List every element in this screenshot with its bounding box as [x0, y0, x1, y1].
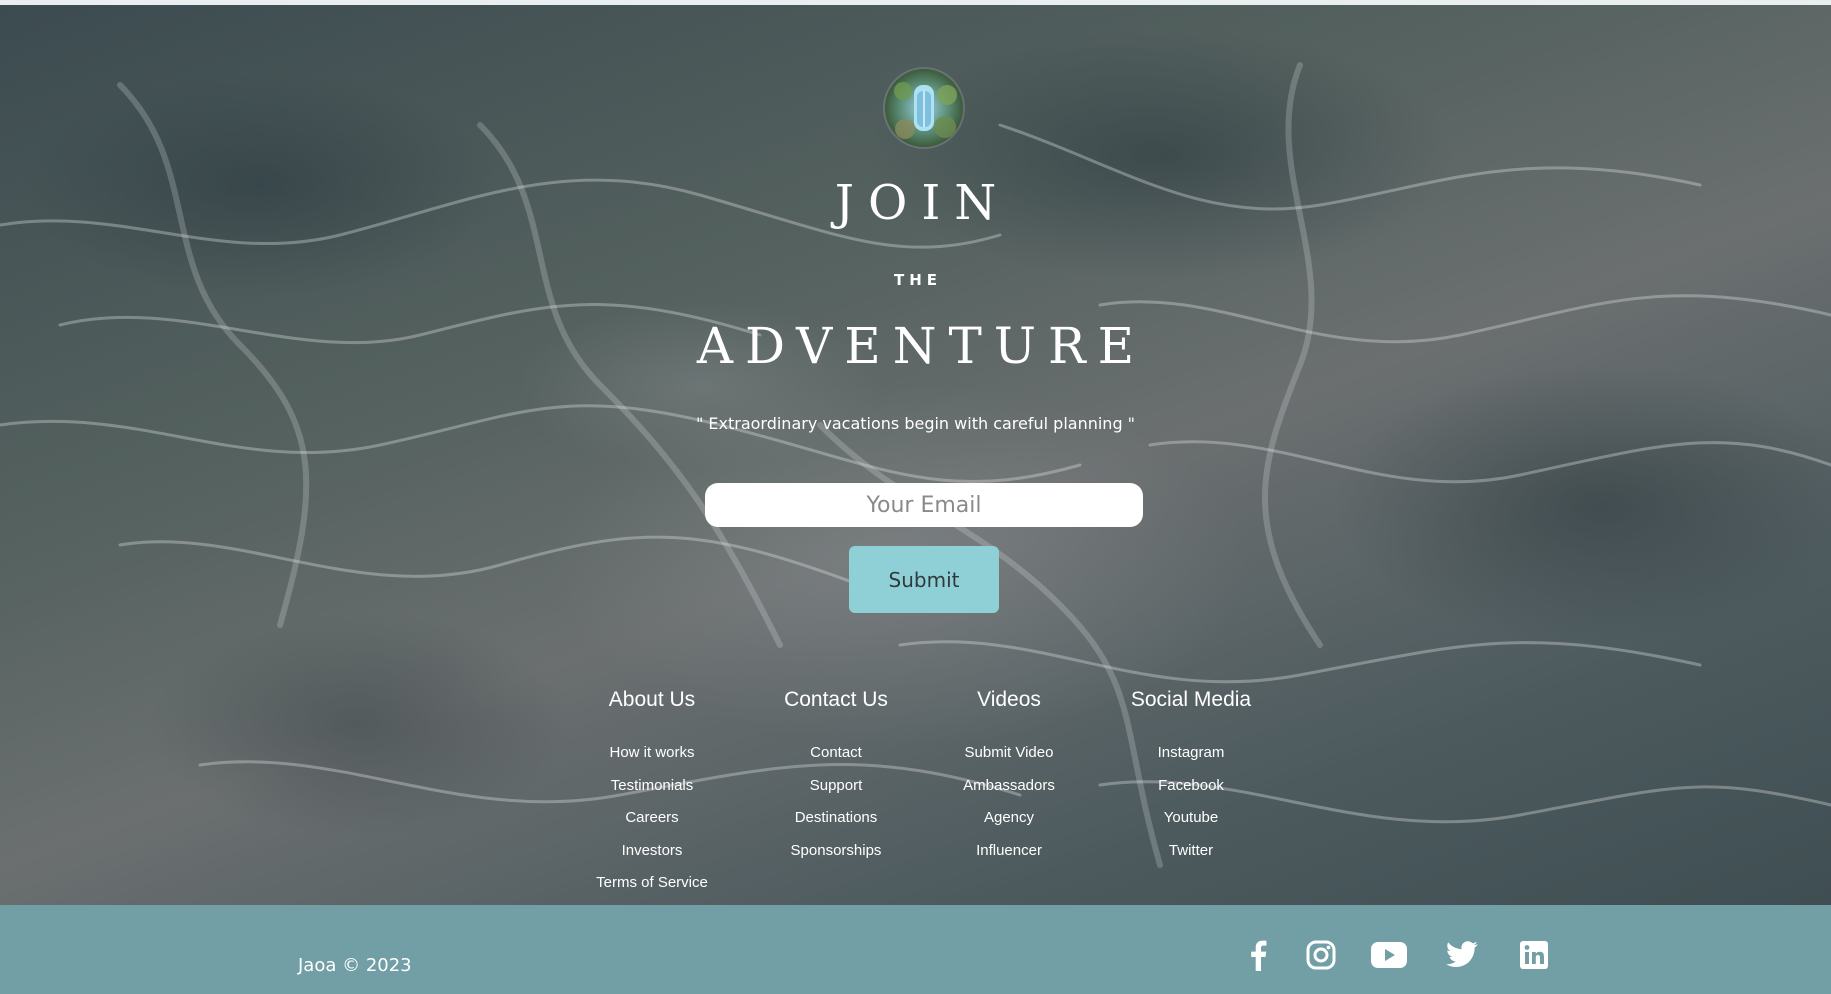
hero-section: JOIN THE ADVENTURE " Extraordinary vacat…	[0, 5, 1831, 905]
instagram-icon[interactable]	[1303, 937, 1339, 973]
footer-column-title: About Us	[608, 688, 696, 711]
linkedin-icon[interactable]	[1516, 937, 1552, 973]
footer-link-terms-of-service[interactable]: Terms of Service	[552, 867, 752, 900]
footer-link-contact[interactable]: Contact	[736, 737, 936, 770]
footer-column-title: Social Media	[1130, 688, 1252, 711]
footer-column-videos: Videos Submit Video Ambassadors Agency I…	[909, 685, 1109, 867]
email-input[interactable]	[705, 483, 1143, 527]
footer-link-support[interactable]: Support	[736, 770, 936, 803]
footer-link-careers[interactable]: Careers	[552, 802, 752, 835]
tagline: " Extraordinary vacations begin with car…	[695, 414, 1136, 433]
footer-link-youtube[interactable]: Youtube	[1091, 802, 1291, 835]
submit-button[interactable]: Submit	[849, 546, 999, 613]
footer-link-influencer[interactable]: Influencer	[909, 835, 1109, 868]
headline-join: JOIN	[834, 175, 1011, 231]
footer-column-social-media: Social Media Instagram Facebook Youtube …	[1091, 685, 1291, 867]
footer-link-twitter[interactable]: Twitter	[1091, 835, 1291, 868]
footer-column-title: Videos	[977, 688, 1041, 711]
youtube-icon[interactable]	[1371, 937, 1407, 973]
footer-link-testimonials[interactable]: Testimonials	[552, 770, 752, 803]
footer-link-columns: About Us How it works Testimonials Caree…	[0, 685, 1831, 905]
copyright-text: Jaoa © 2023	[298, 955, 412, 976]
footer-link-destinations[interactable]: Destinations	[736, 802, 936, 835]
bottom-bar: Jaoa © 2023	[0, 905, 1831, 994]
footer-link-investors[interactable]: Investors	[552, 835, 752, 868]
footer-link-instagram[interactable]: Instagram	[1091, 737, 1291, 770]
footer-link-sponsorships[interactable]: Sponsorships	[736, 835, 936, 868]
footer-column-contact-us: Contact Us Contact Support Destinations …	[736, 685, 936, 867]
footer-link-how-it-works[interactable]: How it works	[552, 737, 752, 770]
footer-link-agency[interactable]: Agency	[909, 802, 1109, 835]
footer-column-title: Contact Us	[784, 688, 888, 711]
headline-adventure: ADVENTURE	[696, 317, 1147, 375]
headline-the: THE	[893, 271, 943, 289]
footer-link-submit-video[interactable]: Submit Video	[909, 737, 1109, 770]
footer-link-facebook[interactable]: Facebook	[1091, 770, 1291, 803]
brand-logo[interactable]	[885, 69, 963, 147]
footer-link-ambassadors[interactable]: Ambassadors	[909, 770, 1109, 803]
footer-column-about-us: About Us How it works Testimonials Caree…	[552, 685, 752, 900]
facebook-icon[interactable]	[1240, 937, 1276, 973]
twitter-icon[interactable]	[1444, 937, 1480, 973]
